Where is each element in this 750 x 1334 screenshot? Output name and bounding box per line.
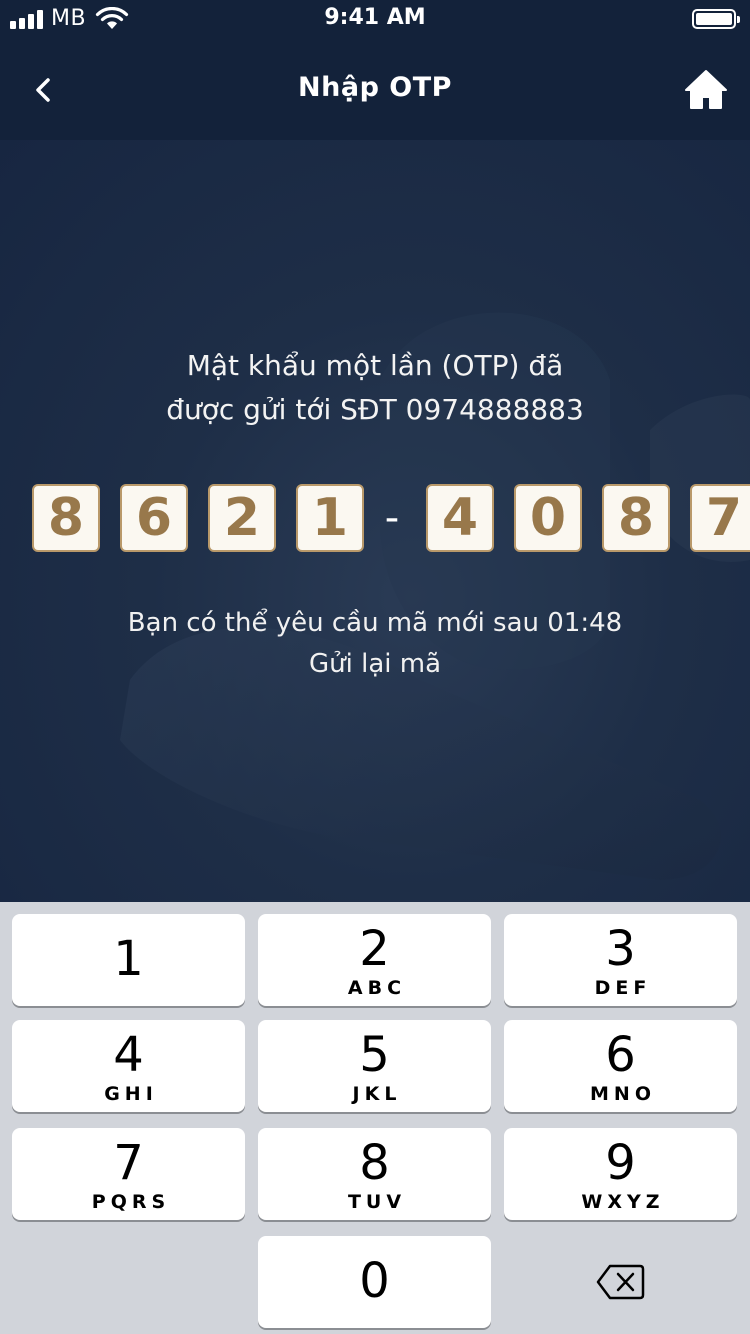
key-digit: 9 — [605, 1135, 636, 1191]
otp-content: Mật khẩu một lần (OTP) đã được gửi tới S… — [0, 140, 750, 902]
home-button[interactable] — [684, 68, 728, 112]
key-letters: PQRS — [91, 1191, 171, 1213]
otp-code: 8 6 2 1 - 4 0 8 7 — [32, 484, 750, 552]
otp-digit: 2 — [208, 484, 276, 552]
key-digit: 6 — [605, 1027, 636, 1083]
key-2[interactable]: 2 ABC — [258, 914, 491, 1006]
otp-digit: 8 — [602, 484, 670, 552]
otp-message: Mật khẩu một lần (OTP) đã được gửi tới S… — [166, 349, 584, 426]
backspace-icon — [596, 1264, 644, 1300]
otp-digit: 7 — [690, 484, 750, 552]
otp-separator: - — [384, 495, 400, 541]
key-letters: MNO — [590, 1083, 656, 1105]
otp-digit: 4 — [426, 484, 494, 552]
backspace-button[interactable] — [504, 1236, 737, 1328]
status-time: 9:41 AM — [324, 5, 426, 30]
key-6[interactable]: 6 MNO — [504, 1020, 737, 1112]
key-digit: 3 — [605, 921, 636, 977]
key-9[interactable]: 9 WXYZ — [504, 1128, 737, 1220]
key-3[interactable]: 3 DEF — [504, 914, 737, 1006]
key-letters: DEF — [594, 977, 652, 999]
key-8[interactable]: 8 TUV — [258, 1128, 491, 1220]
key-digit: 0 — [359, 1253, 390, 1309]
key-1[interactable]: 1 — [12, 914, 245, 1006]
key-4[interactable]: 4 GHI — [12, 1020, 245, 1112]
otp-digit: 0 — [514, 484, 582, 552]
status-bar: MB 9:41 AM — [0, 0, 750, 40]
page-title: Nhập OTP — [298, 72, 452, 103]
key-digit: 2 — [359, 921, 390, 977]
key-digit: 1 — [113, 931, 144, 987]
nav-bar: Nhập OTP — [0, 40, 750, 140]
key-0[interactable]: 0 — [258, 1236, 491, 1328]
key-letters: JKL — [352, 1083, 402, 1105]
resend-countdown: Bạn có thể yêu cầu mã mới sau 01:48 — [127, 608, 623, 638]
home-icon — [685, 70, 727, 109]
key-letters: ABC — [347, 977, 407, 999]
key-5[interactable]: 5 JKL — [258, 1020, 491, 1112]
resend-code-link[interactable]: Gửi lại mã — [0, 649, 750, 679]
key-digit: 4 — [113, 1027, 144, 1083]
key-digit: 7 — [113, 1135, 144, 1191]
key-letters: WXYZ — [581, 1191, 665, 1213]
key-letters: TUV — [347, 1191, 407, 1213]
otp-digit: 6 — [120, 484, 188, 552]
numeric-keypad: 1 2 ABC 3 DEF 4 GHI 5 JKL 6 MNO 7 PQRS 8… — [0, 902, 750, 1334]
battery-icon — [692, 9, 740, 29]
key-7[interactable]: 7 PQRS — [12, 1128, 245, 1220]
otp-digit: 8 — [32, 484, 100, 552]
key-digit: 8 — [359, 1135, 390, 1191]
key-digit: 5 — [359, 1027, 390, 1083]
otp-digit: 1 — [296, 484, 364, 552]
key-letters: GHI — [104, 1083, 158, 1105]
